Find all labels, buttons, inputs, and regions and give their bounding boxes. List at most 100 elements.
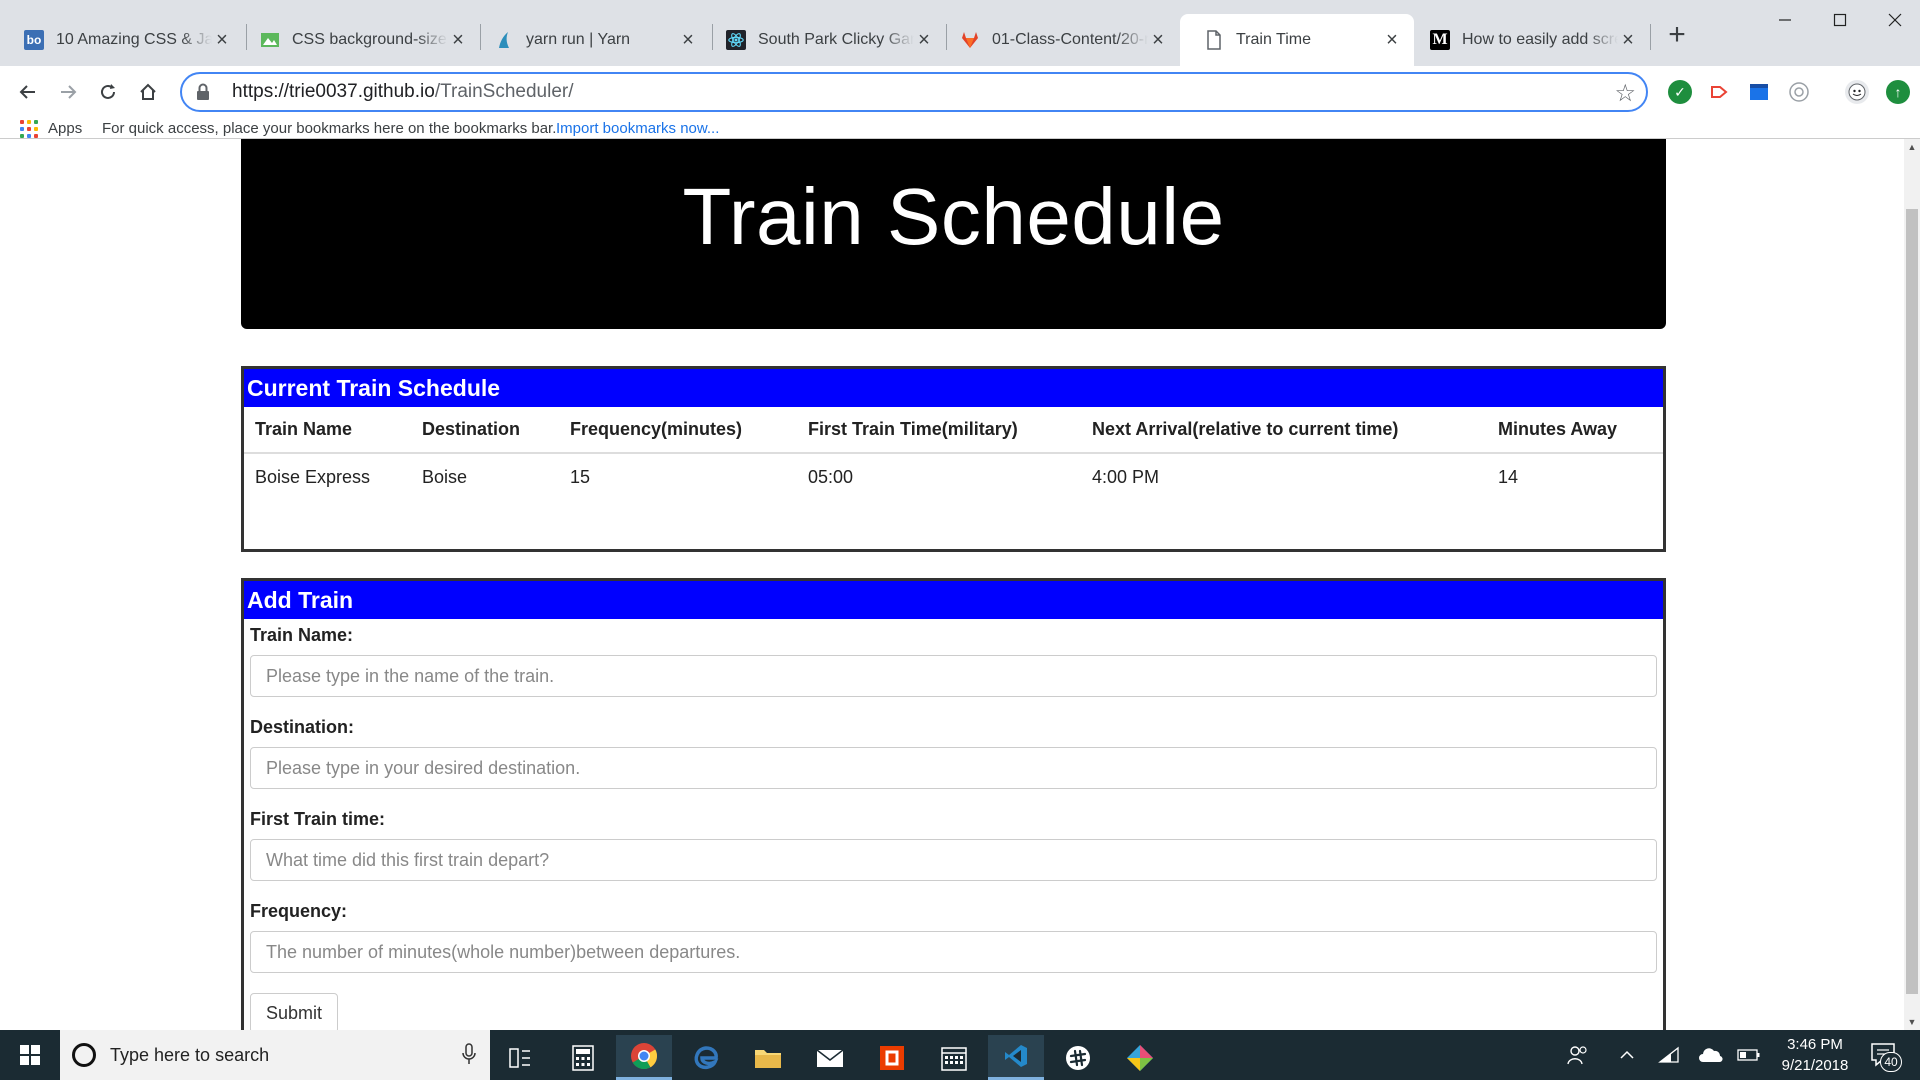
schedule-table: Train Name Destination Frequency(minutes… — [244, 407, 1663, 500]
forward-button[interactable] — [50, 74, 86, 110]
scrollbar-thumb[interactable] — [1906, 209, 1918, 994]
start-button[interactable] — [0, 1030, 60, 1080]
star-icon[interactable]: ☆ — [1614, 79, 1636, 108]
tab-title: 10 Amazing CSS & Java — [56, 31, 212, 48]
close-icon[interactable]: × — [1618, 29, 1638, 52]
cortana-icon — [72, 1043, 96, 1067]
tab-add-screenshots[interactable]: M How to easily add scre × — [1406, 14, 1650, 66]
import-bookmarks-link[interactable]: Import bookmarks now... — [556, 120, 719, 137]
task-view-icon[interactable] — [492, 1035, 548, 1080]
column-header-first-train-time: First Train Time(military) — [797, 407, 1081, 454]
clock-date: 9/21/2018 — [1781, 1057, 1849, 1074]
column-header-destination: Destination — [411, 407, 559, 454]
edge-icon[interactable] — [678, 1035, 734, 1080]
close-window-button[interactable] — [1865, 0, 1920, 40]
bo-icon: bo — [24, 30, 44, 50]
css-image-icon — [260, 30, 280, 50]
circle-extension-icon[interactable] — [1787, 80, 1811, 104]
update-icon[interactable]: ↑ — [1886, 80, 1910, 104]
system-clock[interactable]: 3:46 PM 9/21/2018 — [1770, 1034, 1860, 1076]
add-train-panel-header: Add Train — [244, 581, 1663, 619]
wifi-icon[interactable] — [1654, 1030, 1684, 1080]
scroll-down-arrow-icon[interactable]: ▼ — [1904, 1014, 1920, 1030]
tab-css-background-size[interactable]: CSS background-size p × — [236, 14, 480, 66]
cell-destination: Boise — [422, 466, 468, 487]
checkmark-extension-icon[interactable]: ✓ — [1668, 80, 1692, 104]
calculator-icon[interactable] — [555, 1035, 611, 1080]
column-header-minutes-away: Minutes Away — [1487, 407, 1663, 454]
onedrive-icon[interactable] — [1694, 1030, 1728, 1080]
maximize-button[interactable] — [1810, 0, 1870, 40]
jumbotron: Train Schedule — [241, 139, 1666, 329]
frequency-label: Frequency: — [250, 901, 348, 921]
vscode-icon[interactable] — [988, 1035, 1044, 1080]
mail-icon[interactable] — [802, 1035, 858, 1080]
column-header-train-name: Train Name — [244, 407, 411, 454]
cell-train-name: Boise Express — [255, 466, 371, 487]
profile-icon[interactable] — [1845, 80, 1869, 104]
schedule-panel-header: Current Train Schedule — [244, 369, 1663, 407]
train-name-input[interactable] — [250, 655, 1657, 697]
window-extension-icon[interactable] — [1747, 80, 1771, 104]
close-icon[interactable]: × — [914, 29, 934, 52]
bookmarks-bar: Apps For quick access, place your bookma… — [0, 118, 1920, 140]
first-train-time-input[interactable] — [250, 839, 1657, 881]
tab-train-time[interactable]: Train Time × — [1180, 14, 1414, 66]
tab-yarn-run[interactable]: yarn run | Yarn × — [470, 14, 710, 66]
gitkraken-icon[interactable] — [1112, 1035, 1168, 1080]
apps-grid-icon[interactable] — [20, 120, 38, 138]
tab-south-park[interactable]: South Park Clicky Game × — [702, 14, 946, 66]
submit-button[interactable]: Submit — [250, 993, 338, 1030]
new-tab-button[interactable]: + — [1660, 18, 1694, 52]
reload-button[interactable] — [90, 74, 126, 110]
tab-title: South Park Clicky Game — [758, 31, 914, 48]
column-header-next-arrival: Next Arrival(relative to current time) — [1081, 407, 1487, 454]
chrome-icon[interactable] — [616, 1035, 672, 1080]
tab-title: Train Time — [1236, 31, 1311, 48]
close-icon[interactable]: × — [448, 29, 468, 52]
tab-class-content[interactable]: 01-Class-Content/20-re × — [936, 14, 1180, 66]
chevron-up-icon[interactable] — [1612, 1030, 1642, 1080]
action-center-icon[interactable]: 40 — [1868, 1038, 1902, 1072]
apps-link[interactable]: Apps — [48, 120, 82, 137]
tab-title: 01-Class-Content/20-re — [992, 31, 1148, 48]
close-icon[interactable]: × — [1382, 29, 1402, 52]
taskbar-search-placeholder: Type here to search — [110, 1044, 270, 1065]
add-train-panel: Add Train Train Name: Destination: First… — [241, 578, 1666, 1030]
first-train-time-label: First Train time: — [250, 809, 386, 829]
tab-css-js[interactable]: bo 10 Amazing CSS & Java × — [0, 14, 244, 66]
schedule-panel: Current Train Schedule Train Name Destin… — [241, 366, 1666, 552]
minimize-button[interactable] — [1755, 0, 1815, 40]
page-title: Train Schedule — [682, 172, 1225, 261]
table-header-row: Train Name Destination Frequency(minutes… — [244, 407, 1663, 454]
slack-icon[interactable] — [1050, 1035, 1106, 1080]
calendar-icon[interactable] — [926, 1035, 982, 1080]
scroll-up-arrow-icon[interactable]: ▲ — [1904, 139, 1920, 155]
battery-icon[interactable] — [1734, 1030, 1764, 1080]
windows-logo-icon — [20, 1045, 40, 1065]
microphone-icon[interactable] — [462, 1043, 476, 1071]
back-button[interactable] — [10, 74, 46, 110]
yarn-icon — [494, 30, 514, 50]
page-scrollbar[interactable]: ▲ ▼ — [1904, 139, 1920, 1030]
react-icon — [726, 30, 746, 50]
clock-time: 3:46 PM — [1787, 1036, 1843, 1053]
file-explorer-icon[interactable] — [740, 1035, 796, 1080]
close-icon[interactable]: × — [678, 29, 698, 52]
url-host: https://trie0037.github.io — [232, 81, 435, 102]
office-icon[interactable] — [864, 1035, 920, 1080]
people-icon[interactable] — [1560, 1030, 1596, 1080]
destination-label: Destination: — [250, 717, 355, 737]
taskbar-search[interactable]: Type here to search — [60, 1030, 490, 1080]
close-icon[interactable]: × — [1148, 29, 1168, 52]
tab-separator — [1650, 24, 1651, 50]
train-name-label: Train Name: — [250, 625, 354, 645]
address-bar[interactable]: https://trie0037.github.io/TrainSchedule… — [180, 72, 1648, 112]
arrow-extension-icon[interactable] — [1707, 80, 1731, 104]
destination-input[interactable] — [250, 747, 1657, 789]
close-icon[interactable]: × — [212, 29, 232, 52]
tab-strip: bo 10 Amazing CSS & Java × CSS backgroun… — [0, 0, 1920, 66]
home-button[interactable] — [130, 74, 166, 110]
frequency-input[interactable] — [250, 931, 1657, 973]
cell-first-train-time: 05:00 — [808, 466, 854, 487]
